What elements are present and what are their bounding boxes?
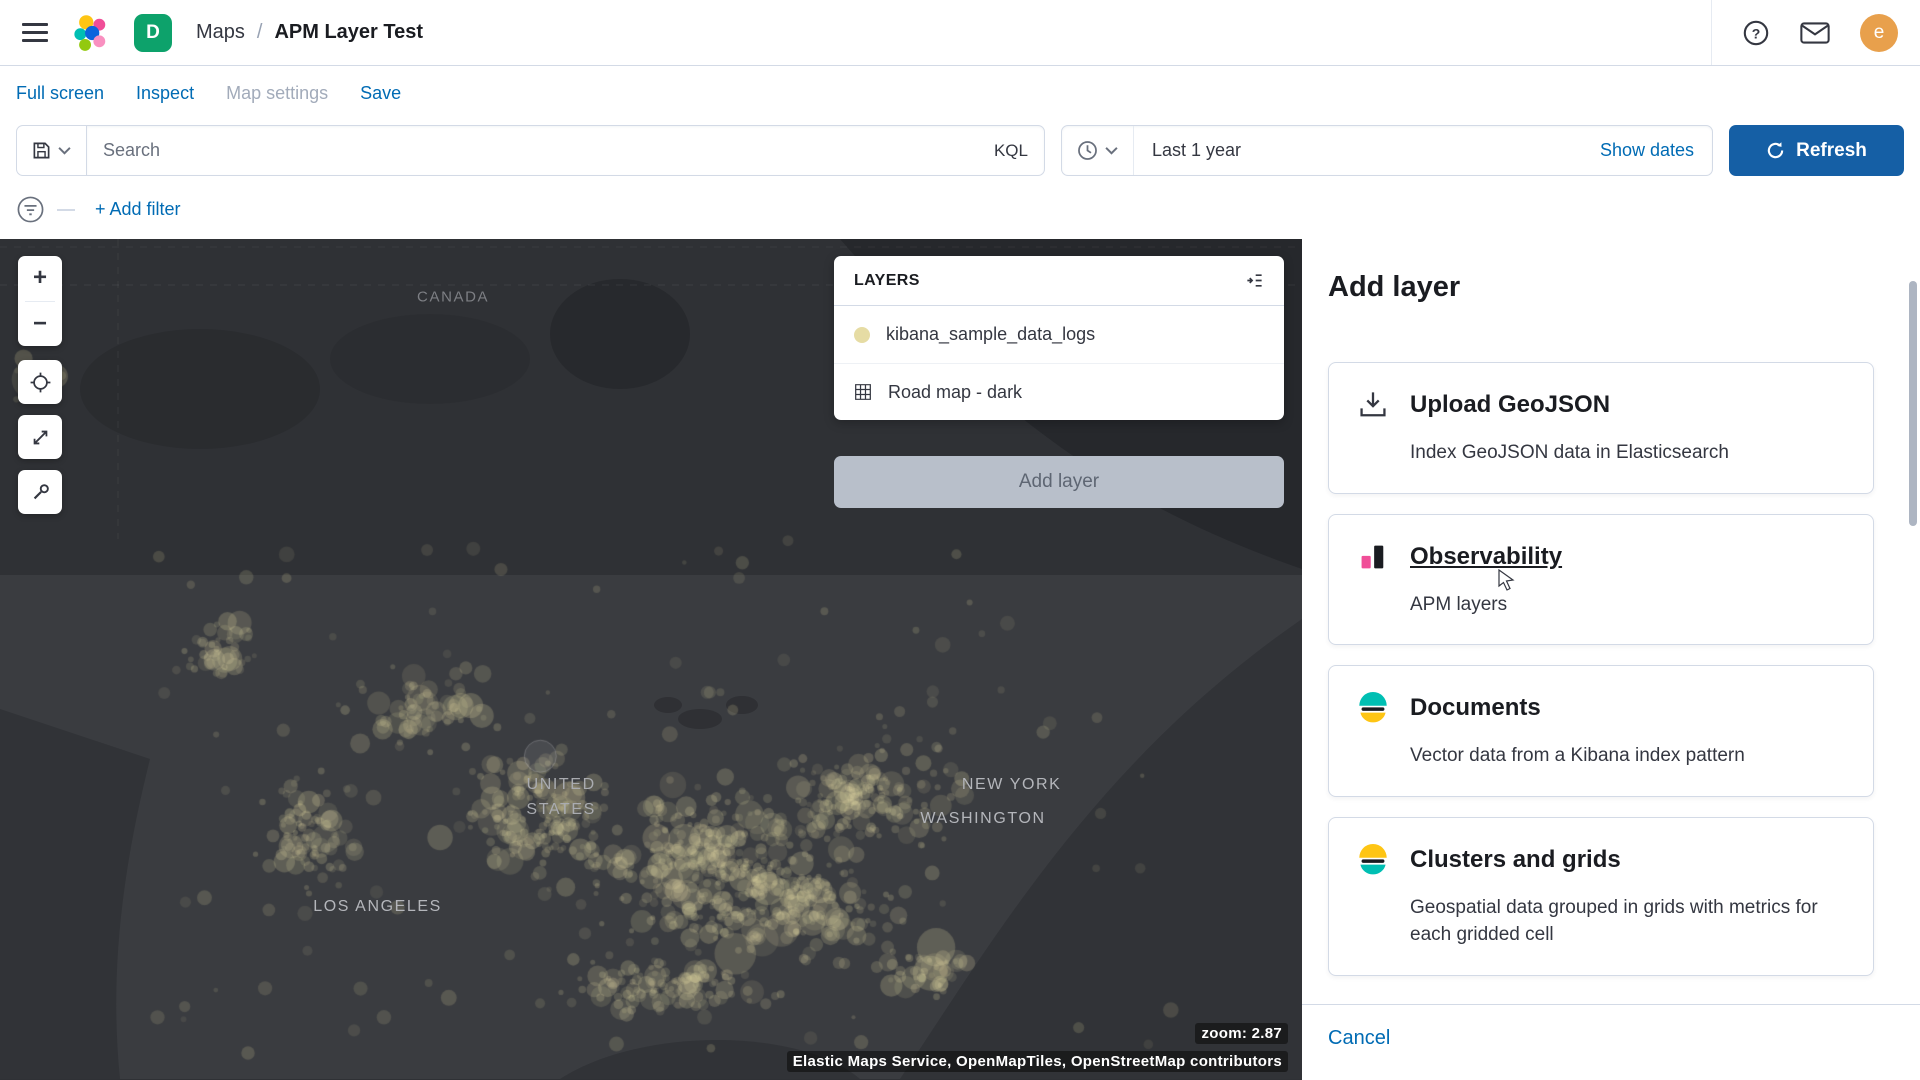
flyout-title: Add layer (1328, 271, 1920, 304)
add-layer-button-disabled[interactable]: Add layer (834, 456, 1284, 508)
flyout-scrollbar[interactable] (1909, 281, 1917, 526)
card-description: Vector data from a Kibana index pattern (1410, 742, 1845, 770)
import-icon (1357, 389, 1389, 421)
map-container[interactable]: CANADA UNITED STATES NEW YORK WASHINGTON LOS… (0, 239, 1302, 1080)
save-icon (32, 141, 51, 160)
save-button[interactable]: Save (360, 83, 401, 104)
map-settings-button[interactable]: Map settings (226, 83, 328, 104)
grid-icon (854, 383, 872, 401)
layer-name: kibana_sample_data_logs (886, 324, 1095, 345)
filter-divider (57, 209, 75, 211)
layer-source-cards: Upload GeoJSON Index GeoJSON data in Ela… (1302, 358, 1920, 976)
cancel-button[interactable]: Cancel (1328, 1027, 1390, 1049)
observability-icon (1357, 541, 1389, 573)
map-attribution-area: zoom: 2.87 Elastic Maps Service, OpenMap… (787, 1023, 1288, 1072)
kql-language-toggle[interactable]: KQL (994, 141, 1028, 161)
fit-to-data-button[interactable] (18, 415, 62, 459)
draw-tools-button[interactable] (18, 470, 62, 514)
layers-panel: LAYERS kibana_sample_data_logs Road m (834, 256, 1284, 508)
card-upload-geojson[interactable]: Upload GeoJSON Index GeoJSON data in Ela… (1328, 362, 1874, 494)
card-title: Clusters and grids (1410, 846, 1621, 874)
layers-panel-title: LAYERS (854, 272, 920, 290)
crosshair-icon (30, 372, 51, 393)
search-group: KQL (16, 125, 1045, 176)
filter-bar: + Add filter (0, 180, 1920, 239)
breadcrumb-section[interactable]: Maps (196, 21, 245, 44)
menu-icon[interactable] (22, 23, 48, 42)
time-range-value[interactable]: Last 1 year (1134, 140, 1241, 161)
card-documents[interactable]: Documents Vector data from a Kibana inde… (1328, 665, 1874, 797)
map-label: UNITED STATES (506, 773, 616, 823)
card-description: Index GeoJSON data in Elasticsearch (1410, 439, 1845, 467)
layer-row-road-map-dark[interactable]: Road map - dark (834, 363, 1284, 420)
inspect-button[interactable]: Inspect (136, 83, 194, 104)
user-avatar[interactable]: e (1860, 14, 1898, 52)
card-description: Geospatial data grouped in grids with me… (1410, 894, 1845, 949)
search-box: KQL (86, 125, 1045, 176)
elastic-logo-icon[interactable] (72, 14, 110, 52)
help-icon[interactable]: ? (1742, 19, 1770, 47)
map-label: LOS ANGELES (313, 898, 442, 916)
page-title: APM Layer Test (274, 21, 423, 44)
card-clusters-and-grids[interactable]: Clusters and grids Geospatial data group… (1328, 817, 1874, 976)
breadcrumb: Maps / APM Layer Test (196, 21, 423, 44)
clock-icon (1077, 140, 1098, 161)
show-dates-button[interactable]: Show dates (1600, 140, 1712, 161)
breadcrumb-separator: / (257, 21, 263, 44)
clusters-icon (1357, 844, 1389, 876)
zoom-indicator: zoom: 2.87 (1195, 1023, 1288, 1044)
top-bar: D Maps / APM Layer Test ? e (0, 0, 1920, 66)
attribution-text: Elastic Maps Service, OpenMapTiles, Open… (787, 1051, 1288, 1072)
layer-row-kibana-sample-data-logs[interactable]: kibana_sample_data_logs (834, 306, 1284, 363)
zoom-controls: + − (18, 256, 62, 346)
expand-icon (31, 428, 50, 447)
documents-icon (1357, 692, 1389, 724)
time-menu-button[interactable] (1062, 126, 1134, 175)
zoom-in-button[interactable]: + (18, 256, 62, 301)
card-observability[interactable]: Observability APM layers (1328, 514, 1874, 646)
map-label: WASHINGTON (920, 810, 1045, 828)
header-actions: ? e (1711, 0, 1898, 65)
svg-text:?: ? (1752, 25, 1761, 41)
mail-icon[interactable] (1800, 22, 1830, 44)
refresh-label: Refresh (1796, 140, 1867, 162)
date-picker: Last 1 year Show dates (1061, 125, 1713, 176)
full-screen-button[interactable]: Full screen (16, 83, 104, 104)
map-label: NEW YORK (962, 776, 1062, 794)
card-title: Documents (1410, 694, 1541, 722)
filter-set-icon[interactable] (16, 195, 45, 224)
dot-icon (854, 327, 870, 343)
search-input[interactable] (87, 126, 1044, 175)
saved-query-menu-button[interactable] (16, 125, 86, 176)
refresh-icon (1766, 141, 1785, 160)
add-filter-button[interactable]: + Add filter (95, 199, 181, 220)
collapse-layers-icon[interactable] (1245, 271, 1264, 290)
main-content: CANADA UNITED STATES NEW YORK WASHINGTON LOS… (0, 239, 1920, 1080)
refresh-button[interactable]: Refresh (1729, 125, 1904, 176)
zoom-out-button[interactable]: − (18, 301, 62, 346)
card-title: Observability (1410, 543, 1562, 571)
card-title: Upload GeoJSON (1410, 391, 1610, 419)
map-label: CANADA (417, 289, 489, 306)
add-layer-flyout: Add layer Upload GeoJSON Index GeoJSON d… (1302, 239, 1920, 1080)
card-description: APM layers (1410, 591, 1845, 619)
top-nav-menu: Full screen Inspect Map settings Save (0, 66, 1920, 121)
chevron-down-icon (1105, 146, 1118, 155)
set-view-button[interactable] (18, 360, 62, 404)
chevron-down-icon (58, 146, 71, 155)
kibana-app: D Maps / APM Layer Test ? e Full screen … (0, 0, 1920, 1080)
space-badge[interactable]: D (134, 14, 172, 52)
layer-name: Road map - dark (888, 382, 1022, 403)
query-bar: KQL Last 1 year Show dates Refresh (0, 121, 1920, 180)
flyout-footer: Cancel (1302, 1004, 1920, 1080)
layers-panel-header: LAYERS (834, 256, 1284, 306)
draw-tools-icon (31, 483, 50, 502)
mouse-cursor-icon (1497, 569, 1517, 591)
